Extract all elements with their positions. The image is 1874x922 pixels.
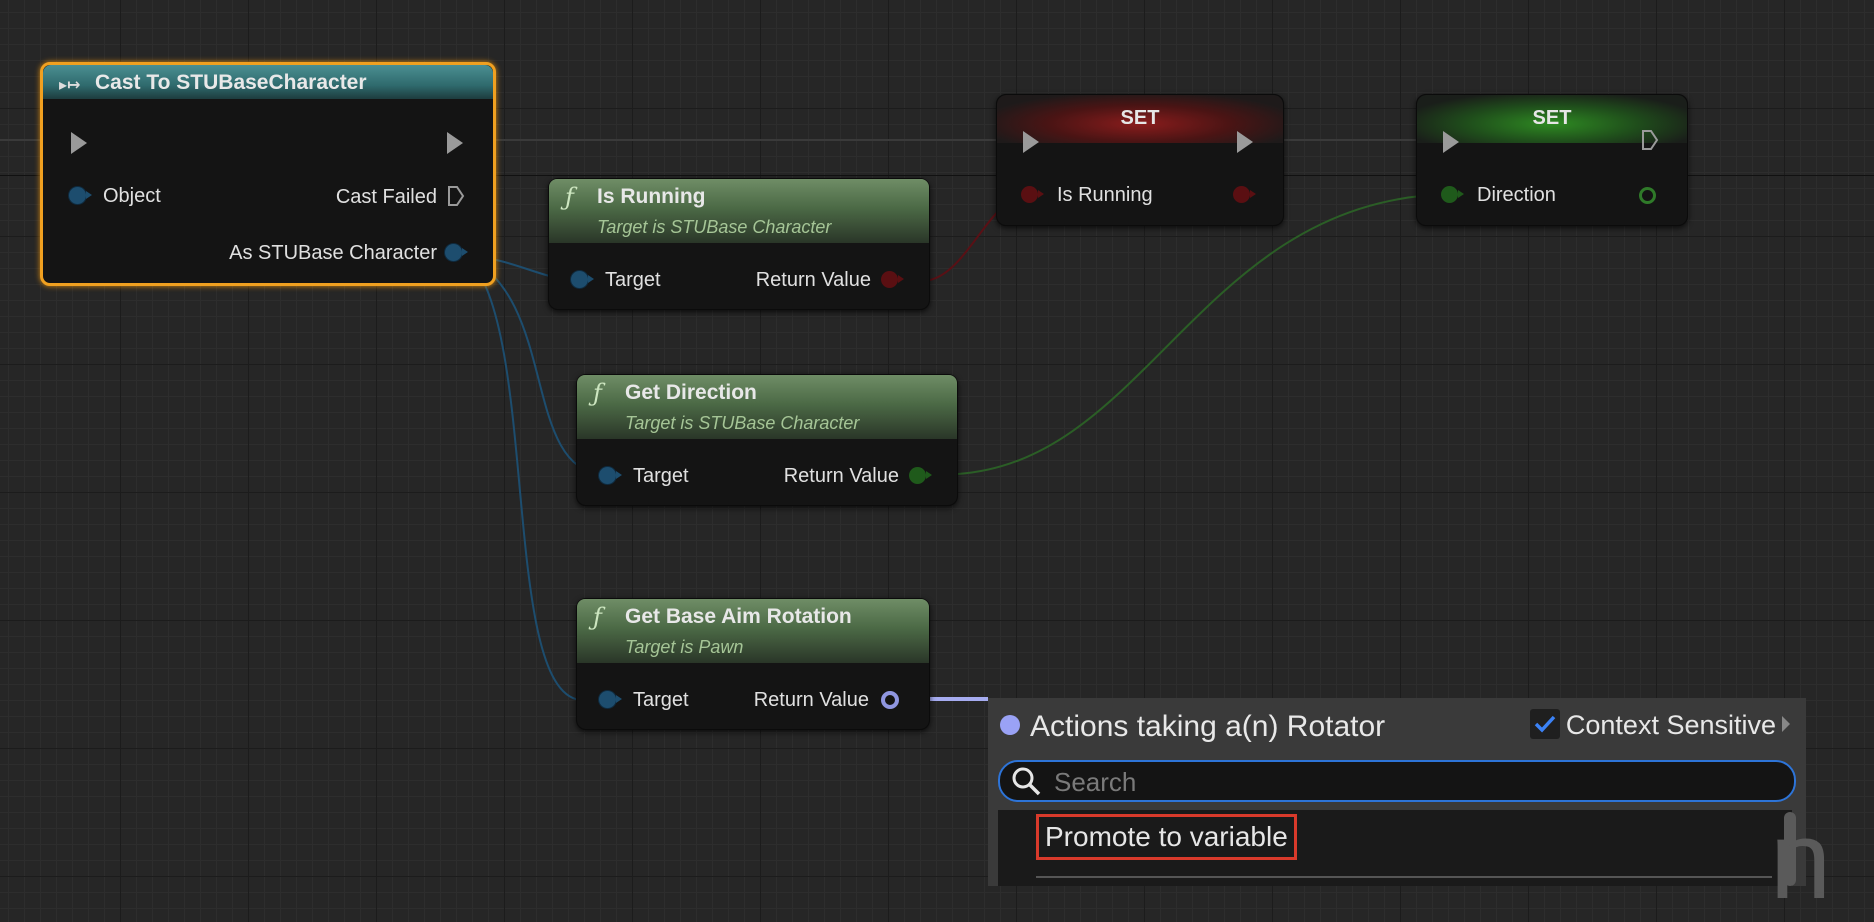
- set-is-running-out-pin[interactable]: [1233, 186, 1256, 203]
- watermark-glyph: n: [1770, 799, 1832, 922]
- set-direction-exec-in-pin[interactable]: [1443, 131, 1459, 153]
- set-direction-in-pin[interactable]: [1441, 186, 1464, 203]
- context-sensitive-toggle[interactable]: Context Sensitive: [1529, 708, 1790, 742]
- set-is-running-title: SET: [1120, 107, 1160, 129]
- get-direction-target-pin[interactable]: [599, 467, 622, 484]
- set-is-running-node[interactable]: SET Is Running: [996, 94, 1284, 226]
- get-base-aim-return-pin[interactable]: [881, 691, 899, 709]
- is-running-title: Is Running: [597, 185, 706, 208]
- is-running-target-pin[interactable]: [571, 271, 594, 288]
- search-icon: [1012, 767, 1041, 796]
- popup-title-text: Actions taking a(n) Rotator: [1030, 710, 1386, 743]
- get-direction-return-label: Return Value: [783, 465, 899, 487]
- get-base-aim-subtitle: Target is Pawn: [625, 637, 744, 657]
- set-direction-exec-out-pin[interactable]: [1641, 129, 1659, 151]
- get-direction-node[interactable]: ƒ Get Direction Target is STUBase Charac…: [576, 374, 958, 506]
- context-sensitive-label: Context Sensitive: [1565, 710, 1776, 740]
- function-icon: ƒ: [565, 183, 574, 211]
- object-wire-get-base-aim: [464, 254, 581, 701]
- rotator-type-icon: [1000, 715, 1020, 736]
- is-running-return-label: Return Value: [755, 269, 871, 291]
- is-running-subtitle: Target is STUBase Character: [597, 217, 832, 237]
- is-running-return-pin[interactable]: [881, 271, 904, 288]
- set-direction-node[interactable]: SET Direction: [1416, 94, 1688, 226]
- popup-title: Actions taking a(n) Rotator: [1000, 710, 1385, 744]
- cast-node-title: Cast To STUBaseCharacter: [95, 71, 367, 94]
- checkmark-icon: [1534, 715, 1556, 733]
- set-direction-title: SET: [1532, 107, 1572, 129]
- set-is-running-in-pin[interactable]: [1021, 186, 1044, 203]
- float-wire: [957, 193, 1451, 475]
- cast-node[interactable]: ▸↦ Cast To STUBaseCharacter Object Cast …: [40, 62, 496, 286]
- get-direction-header[interactable]: ƒ Get Direction Target is STUBase Charac…: [577, 375, 957, 439]
- search-input[interactable]: [1052, 762, 1786, 802]
- actions-popup[interactable]: Actions taking a(n) Rotator Context Sens…: [988, 698, 1806, 886]
- is-running-header[interactable]: ƒ Is Running Target is STUBase Character: [549, 179, 929, 243]
- cast-exec-in-pin[interactable]: [71, 132, 87, 154]
- get-base-aim-title: Get Base Aim Rotation: [625, 605, 852, 628]
- is-running-target-label: Target: [605, 269, 661, 291]
- cast-node-header[interactable]: ▸↦ Cast To STUBaseCharacter: [43, 65, 493, 99]
- get-direction-return-pin[interactable]: [909, 467, 932, 484]
- set-is-running-exec-out-pin[interactable]: [1237, 131, 1253, 153]
- is-running-node[interactable]: ƒ Is Running Target is STUBase Character…: [548, 178, 930, 310]
- get-base-aim-return-label: Return Value: [753, 689, 869, 711]
- list-separator: [1036, 876, 1772, 878]
- get-base-aim-target-label: Target: [633, 689, 689, 711]
- function-icon: ƒ: [593, 379, 602, 407]
- set-direction-out-pin[interactable]: [1639, 187, 1656, 204]
- expand-arrow-icon[interactable]: [1782, 715, 1790, 732]
- get-base-aim-target-pin[interactable]: [599, 691, 622, 708]
- cast-as-pin[interactable]: [445, 244, 468, 261]
- get-base-aim-header[interactable]: ƒ Get Base Aim Rotation Target is Pawn: [577, 599, 929, 663]
- function-icon: ƒ: [593, 603, 602, 631]
- set-is-running-exec-in-pin[interactable]: [1023, 131, 1039, 153]
- search-box[interactable]: [998, 760, 1796, 802]
- cast-exec-icon: ▸↦: [59, 77, 81, 94]
- cast-as-label: As STUBase Character: [229, 242, 437, 264]
- cast-object-pin[interactable]: [69, 187, 92, 204]
- get-direction-target-label: Target: [633, 465, 689, 487]
- context-sensitive-checkbox[interactable]: [1529, 708, 1560, 739]
- promote-to-variable-item[interactable]: Promote to variable: [1036, 814, 1297, 860]
- cast-failed-exec-pin[interactable]: [447, 185, 465, 207]
- get-direction-title: Get Direction: [625, 381, 757, 404]
- set-is-running-label: Is Running: [1057, 184, 1153, 206]
- cast-object-label: Object: [103, 185, 161, 207]
- set-direction-label: Direction: [1477, 184, 1556, 206]
- cast-failed-label: Cast Failed: [335, 186, 437, 208]
- actions-list[interactable]: Promote to variable: [998, 810, 1796, 886]
- get-direction-subtitle: Target is STUBase Character: [625, 413, 860, 433]
- cast-exec-out-pin[interactable]: [447, 132, 463, 154]
- get-base-aim-rotation-node[interactable]: ƒ Get Base Aim Rotation Target is Pawn T…: [576, 598, 930, 730]
